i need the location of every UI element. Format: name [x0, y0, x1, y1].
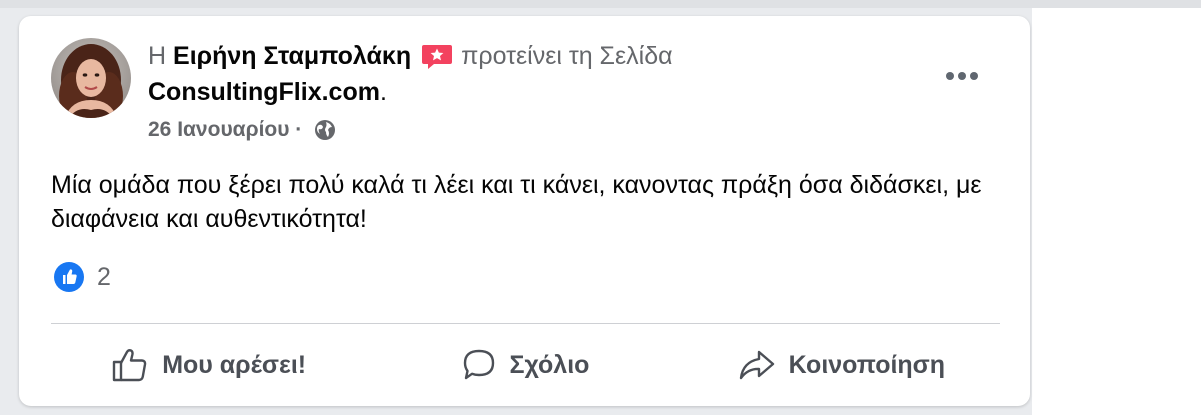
- post-header-line: Η Ειρήνη Σταμπολάκη προτείνει τη Σελίδα: [148, 40, 673, 72]
- author-name-link[interactable]: Ειρήνη Σταμπολάκη: [173, 40, 411, 72]
- recommendation-badge-icon: [421, 43, 453, 71]
- post-meta: 26 Ιανουαρίου ·: [148, 116, 337, 144]
- reaction-count: 2: [97, 262, 111, 291]
- thumbs-up-icon: [112, 349, 147, 382]
- avatar-image: [51, 38, 131, 118]
- date-separator: ·: [289, 118, 309, 141]
- top-strip: [0, 0, 1201, 8]
- share-button[interactable]: Κοινοποίηση: [684, 334, 1000, 396]
- right-pane: [1032, 8, 1201, 415]
- page-name-link[interactable]: ConsultingFlix.com: [148, 78, 380, 106]
- post-card: Η Ειρήνη Σταμπολάκη προτείνει τη Σελίδα …: [19, 16, 1030, 406]
- globe-icon[interactable]: [313, 118, 337, 142]
- page: Η Ειρήνη Σταμπολάκη προτείνει τη Σελίδα …: [0, 0, 1201, 415]
- post-actions: Μου αρέσει! Σχόλιο Κοινοποίηση: [51, 334, 1000, 396]
- more-options-icon: [946, 72, 978, 80]
- actions-divider: [51, 323, 1000, 324]
- page-line: ConsultingFlix.com.: [148, 76, 387, 108]
- share-icon: [739, 350, 774, 380]
- recommends-text: προτείνει τη Σελίδα: [461, 42, 673, 70]
- author-avatar[interactable]: [51, 38, 131, 118]
- more-options-button[interactable]: [937, 61, 987, 91]
- like-reaction-icon: [53, 261, 85, 293]
- share-label: Κοινοποίηση: [788, 350, 946, 379]
- comment-icon: [463, 349, 494, 380]
- author-prefix: Η: [148, 42, 167, 70]
- post-date-link[interactable]: 26 Ιανουαρίου: [148, 116, 289, 144]
- comment-button[interactable]: Σχόλιο: [367, 334, 683, 396]
- comment-label: Σχόλιο: [509, 350, 590, 379]
- page-suffix: .: [379, 78, 387, 106]
- reactions-summary[interactable]: 2: [53, 261, 111, 293]
- like-label: Μου αρέσει!: [162, 350, 307, 379]
- post-body: Μία ομάδα που ξέρει πολύ καλά τι λέει κα…: [51, 171, 982, 233]
- like-button[interactable]: Μου αρέσει!: [51, 334, 367, 396]
